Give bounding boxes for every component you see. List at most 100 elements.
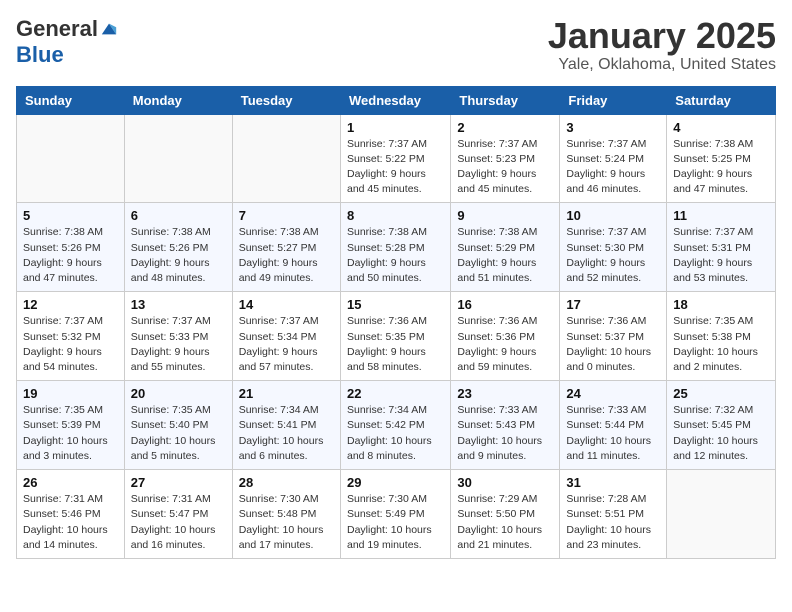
col-header-saturday: Saturday — [667, 86, 776, 114]
day-info: Sunrise: 7:38 AM Sunset: 5:25 PM Dayligh… — [673, 137, 769, 198]
calendar-day-cell: 7 Sunrise: 7:38 AM Sunset: 5:27 PM Daylig… — [232, 203, 340, 292]
calendar-week-row: 26 Sunrise: 7:31 AM Sunset: 5:46 PM Dayli… — [17, 470, 776, 559]
day-info: Sunrise: 7:37 AM Sunset: 5:22 PM Dayligh… — [347, 137, 444, 198]
day-info: Sunrise: 7:37 AM Sunset: 5:23 PM Dayligh… — [457, 137, 553, 198]
day-info: Sunrise: 7:34 AM Sunset: 5:42 PM Dayligh… — [347, 403, 444, 464]
calendar-day-cell: 13Sunrise: 7:37 AM Sunset: 5:33 PM Dayli… — [124, 292, 232, 381]
calendar-day-cell: 31 Sunrise: 7:28 AM Sunset: 5:51 PM Dayli… — [560, 470, 667, 559]
calendar-day-cell: 23 Sunrise: 7:33 AM Sunset: 5:43 PM Dayli… — [451, 381, 560, 470]
day-number: 30 — [457, 475, 553, 490]
day-number: 24 — [566, 386, 660, 401]
day-info: Sunrise: 7:38 AM Sunset: 5:27 PM Dayligh… — [239, 225, 334, 286]
calendar-week-row: 12 Sunrise: 7:37 AM Sunset: 5:32 PM Dayli… — [17, 292, 776, 381]
calendar-day-cell — [232, 114, 340, 203]
logo-blue-text: Blue — [16, 42, 64, 68]
logo: General Blue — [16, 16, 118, 68]
day-number: 4 — [673, 120, 769, 135]
day-info: Sunrise: 7:29 AM Sunset: 5:50 PM Dayligh… — [457, 492, 553, 553]
day-info: Sunrise: 7:38 AM Sunset: 5:28 PM Dayligh… — [347, 225, 444, 286]
day-info: Sunrise: 7:30 AM Sunset: 5:49 PM Dayligh… — [347, 492, 444, 553]
calendar-day-cell: 21 Sunrise: 7:34 AM Sunset: 5:41 PM Dayli… — [232, 381, 340, 470]
calendar-day-cell: 25 Sunrise: 7:32 AM Sunset: 5:45 PM Dayli… — [667, 381, 776, 470]
day-number: 2 — [457, 120, 553, 135]
calendar-week-row: 1 Sunrise: 7:37 AM Sunset: 5:22 PM Daylig… — [17, 114, 776, 203]
calendar-day-cell: 5 Sunrise: 7:38 AM Sunset: 5:26 PM Daylig… — [17, 203, 125, 292]
day-number: 16 — [457, 297, 553, 312]
day-number: 11 — [673, 208, 769, 223]
day-number: 26 — [23, 475, 118, 490]
calendar-day-cell: 29 Sunrise: 7:30 AM Sunset: 5:49 PM Dayli… — [340, 470, 450, 559]
calendar-day-cell: 10 Sunrise: 7:37 AM Sunset: 5:30 PM Dayli… — [560, 203, 667, 292]
col-header-tuesday: Tuesday — [232, 86, 340, 114]
calendar-week-row: 5 Sunrise: 7:38 AM Sunset: 5:26 PM Daylig… — [17, 203, 776, 292]
calendar-day-cell — [124, 114, 232, 203]
day-info: Sunrise: 7:37 AM Sunset: 5:24 PM Dayligh… — [566, 137, 660, 198]
calendar-day-cell: 17 Sunrise: 7:36 AM Sunset: 5:37 PM Dayli… — [560, 292, 667, 381]
calendar-header-row: SundayMondayTuesdayWednesdayThursdayFrid… — [17, 86, 776, 114]
day-info: Sunrise: 7:33 AM Sunset: 5:43 PM Dayligh… — [457, 403, 553, 464]
day-number: 21 — [239, 386, 334, 401]
calendar-day-cell: 28Sunrise: 7:30 AM Sunset: 5:48 PM Dayli… — [232, 470, 340, 559]
day-number: 15 — [347, 297, 444, 312]
day-info: Sunrise: 7:37 AM Sunset: 5:31 PM Dayligh… — [673, 225, 769, 286]
col-header-friday: Friday — [560, 86, 667, 114]
calendar-day-cell: 9 Sunrise: 7:38 AM Sunset: 5:29 PM Daylig… — [451, 203, 560, 292]
day-number: 17 — [566, 297, 660, 312]
calendar-day-cell — [17, 114, 125, 203]
day-info: Sunrise: 7:31 AM Sunset: 5:46 PM Dayligh… — [23, 492, 118, 553]
day-number: 18 — [673, 297, 769, 312]
col-header-sunday: Sunday — [17, 86, 125, 114]
title-block: January 2025 Yale, Oklahoma, United Stat… — [548, 16, 776, 74]
day-number: 23 — [457, 386, 553, 401]
calendar-day-cell: 4 Sunrise: 7:38 AM Sunset: 5:25 PM Daylig… — [667, 114, 776, 203]
day-number: 5 — [23, 208, 118, 223]
day-info: Sunrise: 7:36 AM Sunset: 5:37 PM Dayligh… — [566, 314, 660, 375]
day-number: 12 — [23, 297, 118, 312]
calendar-day-cell: 20 Sunrise: 7:35 AM Sunset: 5:40 PM Dayli… — [124, 381, 232, 470]
calendar-table: SundayMondayTuesdayWednesdayThursdayFrid… — [16, 86, 776, 559]
calendar-day-cell: 22 Sunrise: 7:34 AM Sunset: 5:42 PM Dayli… — [340, 381, 450, 470]
calendar-day-cell: 30 Sunrise: 7:29 AM Sunset: 5:50 PM Dayli… — [451, 470, 560, 559]
day-info: Sunrise: 7:37 AM Sunset: 5:32 PM Dayligh… — [23, 314, 118, 375]
logo-icon — [100, 20, 118, 38]
calendar-day-cell: 14Sunrise: 7:37 AM Sunset: 5:34 PM Dayli… — [232, 292, 340, 381]
col-header-monday: Monday — [124, 86, 232, 114]
day-info: Sunrise: 7:37 AM Sunset: 5:30 PM Dayligh… — [566, 225, 660, 286]
day-info: Sunrise: 7:38 AM Sunset: 5:26 PM Dayligh… — [23, 225, 118, 286]
col-header-thursday: Thursday — [451, 86, 560, 114]
day-number: 20 — [131, 386, 226, 401]
day-number: 1 — [347, 120, 444, 135]
day-info: Sunrise: 7:35 AM Sunset: 5:40 PM Dayligh… — [131, 403, 226, 464]
day-number: 8 — [347, 208, 444, 223]
calendar-day-cell: 24 Sunrise: 7:33 AM Sunset: 5:44 PM Dayli… — [560, 381, 667, 470]
day-number: 25 — [673, 386, 769, 401]
calendar-day-cell: 16Sunrise: 7:36 AM Sunset: 5:36 PM Dayli… — [451, 292, 560, 381]
calendar-day-cell: 6Sunrise: 7:38 AM Sunset: 5:26 PM Daylig… — [124, 203, 232, 292]
calendar-day-cell: 15 Sunrise: 7:36 AM Sunset: 5:35 PM Dayli… — [340, 292, 450, 381]
day-info: Sunrise: 7:38 AM Sunset: 5:29 PM Dayligh… — [457, 225, 553, 286]
calendar-day-cell: 1 Sunrise: 7:37 AM Sunset: 5:22 PM Daylig… — [340, 114, 450, 203]
day-info: Sunrise: 7:33 AM Sunset: 5:44 PM Dayligh… — [566, 403, 660, 464]
logo-general-text: General — [16, 16, 98, 42]
calendar-day-cell: 8 Sunrise: 7:38 AM Sunset: 5:28 PM Daylig… — [340, 203, 450, 292]
day-info: Sunrise: 7:36 AM Sunset: 5:35 PM Dayligh… — [347, 314, 444, 375]
calendar-day-cell: 26 Sunrise: 7:31 AM Sunset: 5:46 PM Dayli… — [17, 470, 125, 559]
calendar-week-row: 19Sunrise: 7:35 AM Sunset: 5:39 PM Dayli… — [17, 381, 776, 470]
day-info: Sunrise: 7:28 AM Sunset: 5:51 PM Dayligh… — [566, 492, 660, 553]
day-info: Sunrise: 7:35 AM Sunset: 5:39 PM Dayligh… — [23, 403, 118, 464]
day-number: 10 — [566, 208, 660, 223]
day-number: 31 — [566, 475, 660, 490]
day-number: 9 — [457, 208, 553, 223]
day-number: 22 — [347, 386, 444, 401]
day-info: Sunrise: 7:37 AM Sunset: 5:33 PM Dayligh… — [131, 314, 226, 375]
day-info: Sunrise: 7:32 AM Sunset: 5:45 PM Dayligh… — [673, 403, 769, 464]
month-title: January 2025 — [548, 16, 776, 56]
location-title: Yale, Oklahoma, United States — [548, 56, 776, 74]
day-info: Sunrise: 7:30 AM Sunset: 5:48 PM Dayligh… — [239, 492, 334, 553]
calendar-day-cell: 19Sunrise: 7:35 AM Sunset: 5:39 PM Dayli… — [17, 381, 125, 470]
day-number: 6 — [131, 208, 226, 223]
day-info: Sunrise: 7:34 AM Sunset: 5:41 PM Dayligh… — [239, 403, 334, 464]
day-number: 7 — [239, 208, 334, 223]
day-number: 3 — [566, 120, 660, 135]
day-number: 29 — [347, 475, 444, 490]
